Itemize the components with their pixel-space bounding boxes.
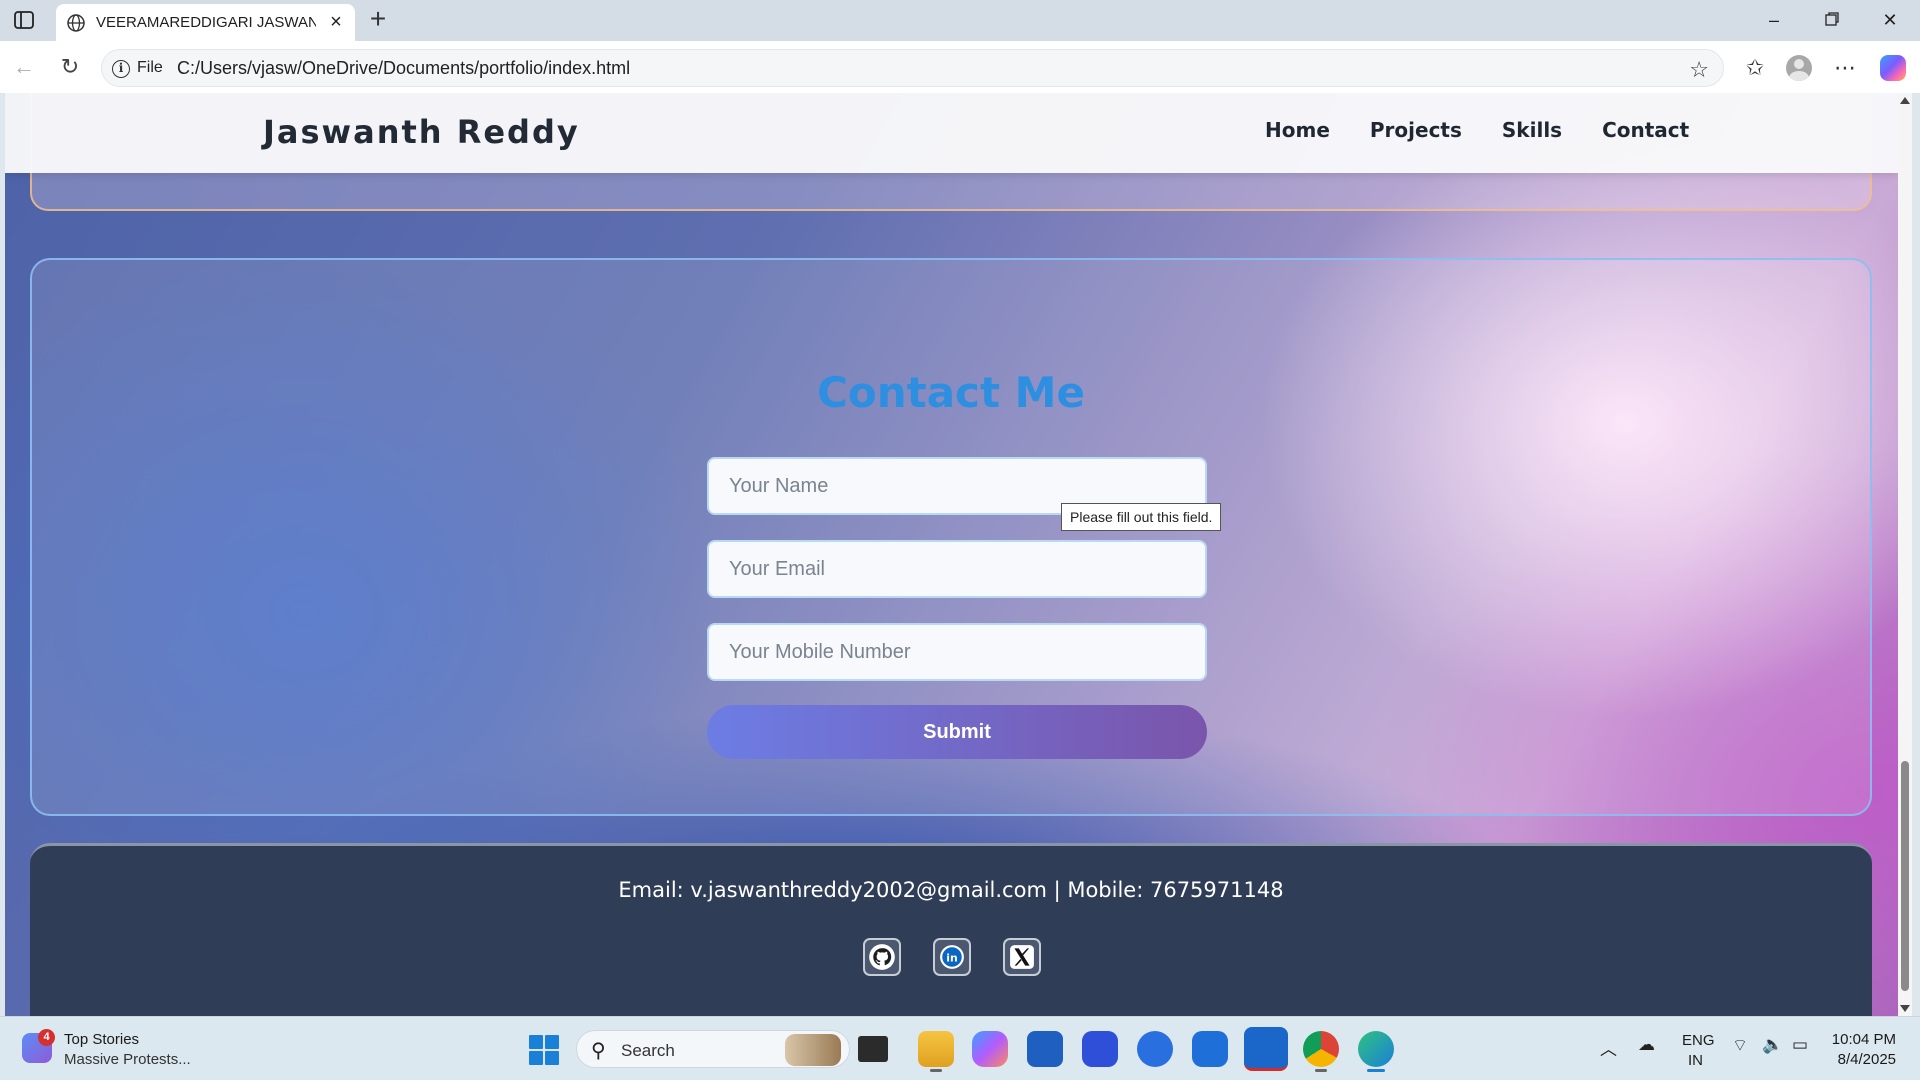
site-footer: Email: v.jaswanthreddy2002@gmail.com | M… bbox=[30, 843, 1872, 1016]
clock-time[interactable]: 10:04 PM bbox=[1832, 1031, 1896, 1048]
favorite-star-icon[interactable]: ☆ bbox=[1689, 57, 1709, 83]
region-indicator[interactable]: IN bbox=[1688, 1052, 1703, 1069]
windows-taskbar: 4 Top Stories Massive Protests... ⚲ Sear… bbox=[0, 1016, 1920, 1080]
nav-skills[interactable]: Skills bbox=[1502, 118, 1562, 142]
outlook-icon[interactable] bbox=[1244, 1027, 1288, 1071]
task-view-icon[interactable] bbox=[858, 1036, 888, 1062]
page-scrollbar[interactable] bbox=[1898, 93, 1912, 1016]
tab-title: VEERAMAREDDIGARI JASWANTH REDDY bbox=[96, 14, 316, 31]
svg-text:in: in bbox=[946, 951, 957, 964]
back-arrow-icon[interactable]: ← bbox=[10, 53, 38, 81]
copilot-icon[interactable] bbox=[1880, 55, 1906, 81]
reload-icon[interactable]: ↻ bbox=[56, 53, 84, 81]
site-nav-links: Home Projects Skills Contact bbox=[1265, 118, 1689, 142]
nav-contact[interactable]: Contact bbox=[1602, 118, 1689, 142]
zoom-icon[interactable] bbox=[1192, 1031, 1228, 1067]
store-icon[interactable] bbox=[1027, 1031, 1063, 1067]
search-label: Search bbox=[621, 1041, 675, 1060]
windows-start-icon[interactable] bbox=[529, 1035, 559, 1065]
restore-icon[interactable] bbox=[1814, 7, 1850, 33]
taskbar-search[interactable]: ⚲ Search bbox=[576, 1030, 850, 1068]
browser-tab-active[interactable]: VEERAMAREDDIGARI JASWANTH REDDY × bbox=[56, 4, 355, 41]
info-icon[interactable]: i bbox=[112, 60, 130, 78]
scroll-up-arrow-icon[interactable] bbox=[1900, 97, 1910, 104]
page-viewport: Jaswanth Reddy Home Projects Skills Cont… bbox=[5, 93, 1898, 1016]
news-subtitle[interactable]: Massive Protests... bbox=[64, 1051, 191, 1068]
news-title[interactable]: Top Stories bbox=[64, 1031, 139, 1048]
edge-icon[interactable] bbox=[1358, 1031, 1394, 1072]
search-icon: ⚲ bbox=[591, 1040, 606, 1062]
sync-app-icon[interactable] bbox=[1137, 1031, 1173, 1067]
submit-button[interactable]: Submit bbox=[707, 705, 1207, 759]
chrome-icon[interactable] bbox=[1303, 1031, 1339, 1072]
close-window-icon[interactable]: ✕ bbox=[1872, 7, 1908, 33]
site-header: Jaswanth Reddy Home Projects Skills Cont… bbox=[5, 93, 1898, 173]
mobile-input[interactable] bbox=[707, 623, 1207, 681]
language-indicator[interactable]: ENG bbox=[1682, 1032, 1715, 1049]
social-links: in bbox=[30, 938, 1872, 976]
contact-title: Contact Me bbox=[817, 368, 1085, 417]
file-explorer-icon[interactable] bbox=[918, 1031, 954, 1072]
x-icon[interactable] bbox=[1003, 938, 1041, 976]
search-highlight-icon bbox=[785, 1034, 841, 1066]
onedrive-icon[interactable]: ☁ bbox=[1638, 1035, 1655, 1055]
show-hidden-icons-icon[interactable]: ︿ bbox=[1600, 1035, 1617, 1060]
address-bar-row: ← ↻ i File C:/Users/vjasw/OneDrive/Docum… bbox=[0, 41, 1920, 93]
github-icon[interactable] bbox=[863, 938, 901, 976]
wifi-icon[interactable]: ⌔ bbox=[1732, 1035, 1748, 1056]
minimize-icon[interactable]: – bbox=[1756, 7, 1792, 33]
more-options-icon[interactable]: ⋯ bbox=[1830, 53, 1860, 83]
clock-date[interactable]: 8/4/2025 bbox=[1838, 1051, 1896, 1068]
news-badge: 4 bbox=[38, 1029, 55, 1046]
contact-section: Contact Me Submit bbox=[30, 258, 1872, 816]
close-tab-icon[interactable]: × bbox=[327, 12, 345, 32]
globe-icon bbox=[66, 13, 86, 33]
tab-actions-icon[interactable] bbox=[12, 9, 36, 31]
browser-tab-bar: VEERAMAREDDIGARI JASWANTH REDDY × + – ✕ bbox=[0, 0, 1920, 41]
volume-icon[interactable]: 🔈 bbox=[1762, 1035, 1783, 1055]
email-input[interactable] bbox=[707, 540, 1207, 598]
favorites-icon[interactable]: ✩ bbox=[1740, 53, 1770, 83]
scrollbar-thumb[interactable] bbox=[1901, 761, 1909, 991]
nav-projects[interactable]: Projects bbox=[1370, 118, 1462, 142]
file-chip: File bbox=[137, 59, 163, 76]
nav-home[interactable]: Home bbox=[1265, 118, 1330, 142]
footer-contact-info: Email: v.jaswanthreddy2002@gmail.com | M… bbox=[618, 878, 1284, 902]
chat-app-icon[interactable] bbox=[1082, 1031, 1118, 1067]
scroll-down-arrow-icon[interactable] bbox=[1900, 1005, 1910, 1012]
profile-avatar-icon[interactable] bbox=[1786, 55, 1812, 81]
new-tab-button[interactable]: + bbox=[364, 5, 392, 34]
address-input[interactable]: i File C:/Users/vjasw/OneDrive/Documents… bbox=[101, 49, 1724, 87]
site-brand[interactable]: Jaswanth Reddy bbox=[263, 113, 580, 151]
linkedin-icon[interactable]: in bbox=[933, 938, 971, 976]
copilot-app-icon[interactable] bbox=[972, 1031, 1008, 1067]
validation-tooltip: Please fill out this field. bbox=[1061, 503, 1222, 531]
battery-icon[interactable]: ▭ bbox=[1792, 1035, 1808, 1055]
url-text[interactable]: C:/Users/vjasw/OneDrive/Documents/portfo… bbox=[177, 58, 630, 79]
